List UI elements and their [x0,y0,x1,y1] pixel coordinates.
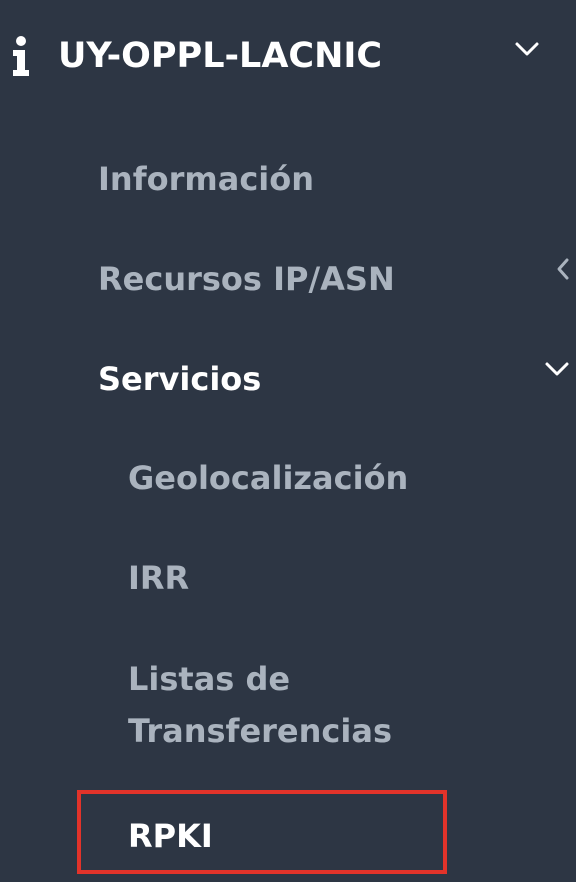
submenu-item-label-line2: Transferencias [128,712,392,750]
submenu-item-label-line1: Listas de [128,660,291,698]
submenu-item-geolocalizacion[interactable]: Geolocalización [128,453,408,503]
submenu-item-rpki[interactable]: RPKI [128,811,213,861]
submenu-item-listas-de-transferencias[interactable]: Listas de Transferencias [128,653,548,757]
org-name: UY-OPPL-LACNIC [58,36,383,76]
chevron-down-icon[interactable] [544,360,570,378]
menu-item-informacion[interactable]: Información [98,154,314,204]
chevron-left-icon[interactable] [556,256,570,282]
org-header[interactable]: UY-OPPL-LACNIC [0,0,576,110]
info-icon [8,34,34,78]
sidebar-menu: UY-OPPL-LACNIC Información Recursos IP/A… [0,0,576,882]
submenu-item-irr[interactable]: IRR [128,553,189,603]
chevron-down-icon[interactable] [514,40,540,58]
menu-item-recursos[interactable]: Recursos IP/ASN [98,254,395,304]
menu-item-servicios[interactable]: Servicios [98,354,261,404]
